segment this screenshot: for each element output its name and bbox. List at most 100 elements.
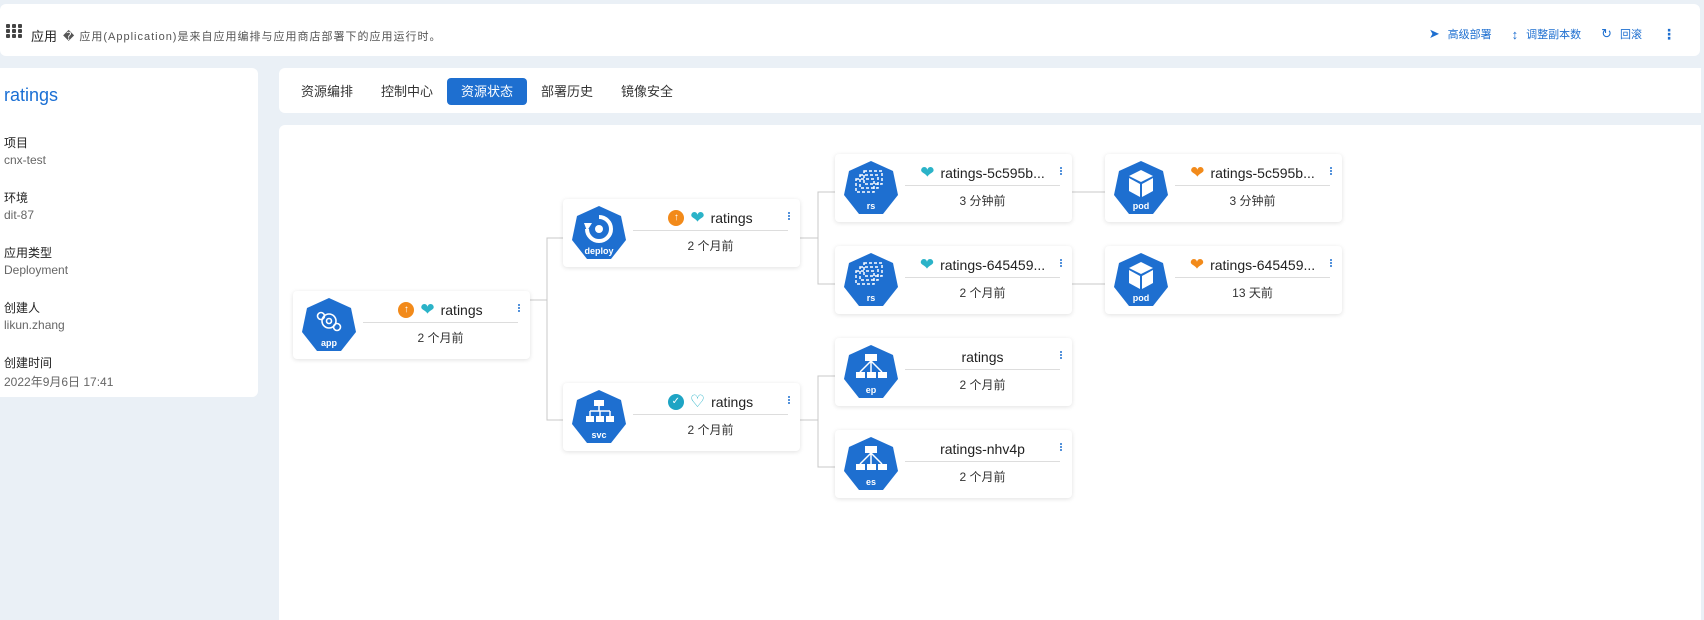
out-of-sync-icon: ↑ — [668, 209, 685, 226]
resource-node-pod[interactable]: pod ❤ ratings-5c595b... 3 分钟前 — [1105, 154, 1342, 222]
info-value: cnx-test — [4, 153, 47, 167]
info-label: 创建人 — [4, 301, 41, 315]
heartbeat-icon: ♡ — [689, 392, 706, 411]
rollback-icon: ↻ — [1601, 26, 1612, 41]
resource-node-es[interactable]: es ratings-nhv4p 2 个月前 — [835, 430, 1072, 498]
advanced-deploy-label: 高级部署 — [1447, 29, 1492, 41]
tab-resource-status[interactable]: 资源状态 — [447, 78, 528, 105]
resource-node-ep[interactable]: ep ratings 2 个月前 — [835, 338, 1072, 406]
node-age: 2 个月前 — [417, 331, 464, 345]
node-header: ❤ ratings-645459... — [1175, 252, 1330, 278]
info-app-type: 应用类型 Deployment — [4, 244, 68, 277]
resource-kind-label: svc — [591, 430, 607, 440]
info-label: 应用类型 — [4, 246, 53, 260]
page-description: � 应用(Application)是来自应用编排与应用商店部署下的应用运行时。 — [63, 31, 442, 43]
app-name: ratings — [4, 85, 59, 105]
es-icon: es — [842, 435, 900, 493]
node-menu-icon[interactable] — [1058, 258, 1064, 268]
node-age: 2 个月前 — [687, 239, 734, 253]
info-creator: 创建人 likun.zhang — [4, 299, 65, 332]
send-icon: ➤ — [1428, 26, 1440, 41]
node-header: ❤ ratings-5c595b... — [1175, 160, 1330, 186]
node-age: 3 分钟前 — [1229, 194, 1276, 208]
rollback-button[interactable]: ↻ 回滚 — [1601, 26, 1642, 42]
node-name: ratings — [440, 301, 483, 318]
node-name: ratings — [710, 209, 753, 226]
page-header: 应用 � 应用(Application)是来自应用编排与应用商店部署下的应用运行… — [0, 4, 1700, 56]
resource-kind-label: ep — [865, 385, 877, 395]
info-label: 项目 — [4, 136, 29, 150]
node-header: ❤ ratings-645459... — [905, 252, 1060, 278]
info-label: 创建时间 — [4, 356, 53, 370]
updown-arrow-icon: ↕ — [1511, 26, 1519, 42]
node-name: ratings-5c595b... — [940, 164, 1045, 181]
info-created-at: 创建时间 2022年9月6日 17:41 — [4, 354, 113, 390]
svc-icon: svc — [570, 388, 628, 446]
resource-kind-label: pod — [1132, 293, 1150, 303]
node-header: ❤ ratings-5c595b... — [905, 160, 1060, 186]
rollback-label: 回滚 — [1620, 29, 1642, 41]
resource-kind-label: pod — [1132, 201, 1150, 211]
scale-replicas-label: 调整副本数 — [1526, 29, 1582, 41]
header-actions: ➤ 高级部署 ↕ 调整副本数 ↻ 回滚 ⋮ — [1429, 26, 1676, 42]
broken-heart-icon: ❤ — [1190, 163, 1205, 182]
resource-node-rs[interactable]: rs ❤ ratings-5c595b... 3 分钟前 — [835, 154, 1072, 222]
node-age: 2 个月前 — [959, 286, 1006, 300]
resource-node-pod[interactable]: pod ❤ ratings-645459... 13 天前 — [1105, 246, 1342, 314]
node-age: 13 天前 — [1232, 286, 1273, 300]
info-value: dit-87 — [4, 208, 35, 222]
resource-node-deploy[interactable]: deploy ↑ ❤ ratings 2 个月前 — [563, 199, 800, 267]
tab-deploy-history[interactable]: 部署历史 — [527, 78, 607, 105]
healthy-heart-icon: ❤ — [420, 300, 435, 319]
node-name: ratings — [711, 393, 754, 410]
resource-node-svc[interactable]: svc ✓ ♡ ratings 2 个月前 — [563, 383, 800, 451]
page-title: 应用 — [31, 29, 58, 44]
info-project: 项目 cnx-test — [4, 134, 46, 167]
node-menu-icon[interactable] — [786, 211, 792, 221]
node-name: ratings-5c595b... — [1210, 164, 1315, 181]
node-menu-icon[interactable] — [1058, 350, 1064, 360]
apps-grid-icon[interactable] — [6, 24, 22, 38]
tab-image-security[interactable]: 镜像安全 — [607, 78, 687, 105]
more-menu-icon[interactable]: ⋮ — [1662, 27, 1676, 41]
info-value: likun.zhang — [4, 318, 65, 332]
node-name: ratings-645459... — [1210, 256, 1316, 273]
node-age: 2 个月前 — [959, 470, 1006, 484]
healthy-heart-icon: ❤ — [690, 208, 705, 227]
node-header: ✓ ♡ ratings — [633, 389, 788, 415]
rs-icon: rs — [842, 251, 900, 309]
scale-replicas-button[interactable]: ↕ 调整副本数 — [1512, 26, 1582, 42]
node-menu-icon[interactable] — [516, 303, 522, 313]
node-header: ratings — [905, 344, 1060, 370]
node-menu-icon[interactable] — [786, 395, 792, 405]
info-value: Deployment — [4, 263, 69, 277]
tab-control-center[interactable]: 控制中心 — [367, 78, 447, 105]
deploy-icon: deploy — [570, 204, 628, 262]
node-name: ratings — [961, 348, 1004, 365]
resource-node-app[interactable]: app ↑ ❤ ratings 2 个月前 — [293, 291, 530, 359]
healthy-heart-icon: ❤ — [919, 255, 935, 274]
node-name: ratings-645459... — [940, 256, 1046, 273]
node-age: 3 分钟前 — [959, 194, 1006, 208]
ep-icon: ep — [842, 343, 900, 401]
node-menu-icon[interactable] — [1058, 166, 1064, 176]
advanced-deploy-button[interactable]: ➤ 高级部署 — [1429, 26, 1492, 42]
node-header: ↑ ❤ ratings — [363, 297, 518, 323]
node-menu-icon[interactable] — [1328, 166, 1334, 176]
synced-check-icon: ✓ — [667, 393, 684, 410]
out-of-sync-icon: ↑ — [398, 301, 415, 318]
info-environment: 环境 dit-87 — [4, 189, 34, 222]
resource-node-rs[interactable]: rs ❤ ratings-645459... 2 个月前 — [835, 246, 1072, 314]
node-age: 2 个月前 — [687, 423, 734, 437]
pod-icon: pod — [1112, 159, 1170, 217]
broken-heart-icon: ❤ — [1189, 255, 1205, 274]
rs-icon: rs — [842, 159, 900, 217]
app-icon: app — [300, 296, 358, 354]
tab-resource-orchestration[interactable]: 资源编排 — [287, 78, 367, 105]
node-menu-icon[interactable] — [1058, 442, 1064, 452]
node-header: ↑ ❤ ratings — [633, 205, 788, 231]
tab-bar: 资源编排 控制中心 资源状态 部署历史 镜像安全 — [279, 68, 1701, 113]
node-menu-icon[interactable] — [1328, 258, 1334, 268]
resource-kind-label: rs — [866, 201, 876, 211]
info-value: 2022年9月6日 17:41 — [4, 375, 114, 389]
